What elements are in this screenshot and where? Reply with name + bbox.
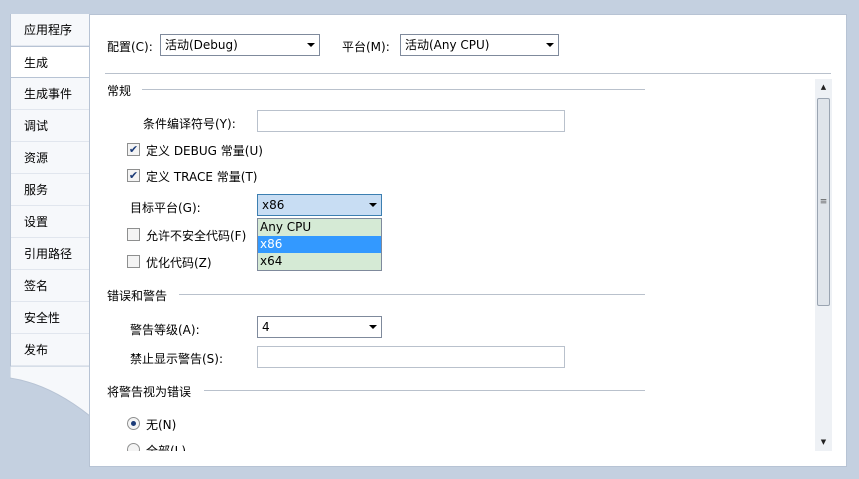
- tab-services[interactable]: 服务: [11, 174, 91, 206]
- tab-reference-paths[interactable]: 引用路径: [11, 238, 91, 270]
- warning-level-dropdown[interactable]: 4: [257, 316, 382, 338]
- tab-build[interactable]: 生成: [11, 46, 92, 78]
- suppress-warnings-input[interactable]: [257, 346, 565, 368]
- section-errors-divider: [179, 294, 645, 295]
- tab-resources[interactable]: 资源: [11, 142, 91, 174]
- scroll-down-icon[interactable]: ▼: [815, 434, 832, 451]
- option-x64[interactable]: x64: [258, 253, 381, 270]
- platform-value: 活动(Any CPU): [405, 38, 490, 52]
- suppress-warnings-label: 禁止显示警告(S):: [130, 352, 224, 366]
- scroll-up-icon[interactable]: ▲: [815, 79, 832, 96]
- chevron-down-icon: [369, 325, 377, 329]
- vertical-scrollbar[interactable]: ▲ ≡ ▼: [815, 79, 832, 451]
- option-x86[interactable]: x86: [258, 236, 381, 253]
- tab-debug[interactable]: 调试: [11, 110, 91, 142]
- config-dropdown[interactable]: 活动(Debug): [160, 34, 320, 56]
- tab-strip-tail: [10, 366, 90, 416]
- section-general-title: 常规: [107, 84, 132, 98]
- radio-dot-icon: [131, 421, 136, 426]
- option-any-cpu[interactable]: Any CPU: [258, 219, 381, 236]
- treat-all-radio[interactable]: [127, 443, 140, 451]
- tab-publish[interactable]: 发布: [11, 334, 91, 366]
- chevron-down-icon: [307, 43, 315, 47]
- target-platform-label: 目标平台(G):: [130, 201, 201, 215]
- optimize-checkbox[interactable]: [127, 255, 140, 268]
- section-treat-warnings-title: 将警告视为错误: [107, 385, 192, 399]
- warning-level-label: 警告等级(A):: [130, 323, 200, 337]
- platform-dropdown[interactable]: 活动(Any CPU): [400, 34, 559, 56]
- tab-build-events[interactable]: 生成事件: [11, 78, 91, 110]
- tab-application[interactable]: 应用程序: [11, 14, 91, 46]
- chevron-down-icon: [369, 203, 377, 207]
- optimize-label: 优化代码(Z): [146, 256, 212, 270]
- tab-strip: 应用程序 生成 生成事件 调试 资源 服务 设置 引用路径 签名 安全性 发布: [10, 14, 92, 416]
- platform-label: 平台(M):: [342, 40, 390, 54]
- define-trace-checkbox[interactable]: ✔: [127, 169, 140, 182]
- warning-level-value: 4: [262, 320, 270, 334]
- target-platform-dropdown[interactable]: x86: [257, 194, 382, 216]
- define-debug-label: 定义 DEBUG 常量(U): [146, 144, 263, 158]
- symbols-label: 条件编译符号(Y):: [143, 117, 236, 131]
- tab-signing[interactable]: 签名: [11, 270, 91, 302]
- section-treat-warnings-divider: [204, 390, 645, 391]
- tab-settings[interactable]: 设置: [11, 206, 91, 238]
- section-errors-title: 错误和警告: [107, 289, 168, 303]
- target-platform-value: x86: [262, 198, 285, 212]
- tab-list: 应用程序 生成 生成事件 调试 资源 服务 设置 引用路径 签名 安全性 发布: [10, 14, 92, 366]
- allow-unsafe-checkbox[interactable]: [127, 228, 140, 241]
- allow-unsafe-label: 允许不安全代码(F): [146, 229, 247, 243]
- config-label: 配置(C):: [107, 40, 153, 54]
- treat-none-radio[interactable]: [127, 417, 140, 430]
- treat-all-label: 全部(L): [146, 444, 187, 451]
- define-debug-checkbox[interactable]: ✔: [127, 143, 140, 156]
- chevron-down-icon: [546, 43, 554, 47]
- treat-none-label: 无(N): [146, 418, 177, 432]
- target-platform-options: Any CPU x86 x64: [257, 218, 382, 271]
- settings-scroll-area: 常规 条件编译符号(Y): ✔ 定义 DEBUG 常量(U) ✔ 定义 TRAC…: [97, 75, 813, 451]
- config-value: 活动(Debug): [165, 38, 238, 52]
- section-general-divider: [142, 89, 645, 90]
- define-trace-label: 定义 TRACE 常量(T): [146, 170, 258, 184]
- symbols-input[interactable]: [257, 110, 565, 132]
- header-divider: [105, 73, 831, 74]
- tab-security[interactable]: 安全性: [11, 302, 91, 334]
- scrollbar-thumb[interactable]: ≡: [817, 98, 830, 306]
